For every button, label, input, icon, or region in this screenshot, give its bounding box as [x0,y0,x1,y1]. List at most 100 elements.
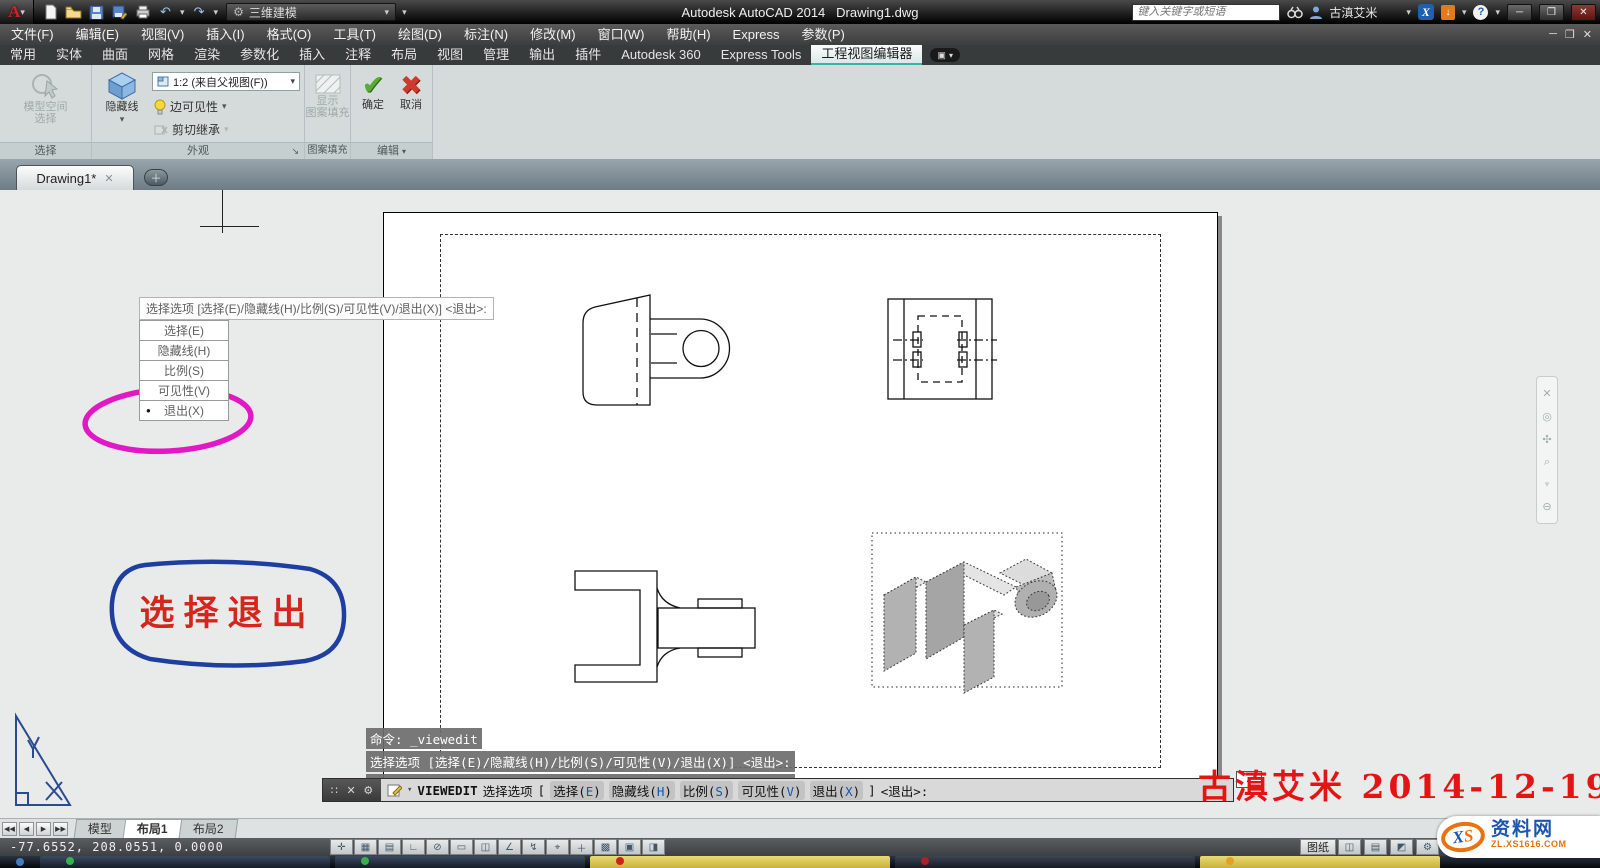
osnap3d-toggle[interactable]: ◫ [474,839,497,855]
open-file-button[interactable] [65,4,82,21]
ribbon-tab-view[interactable]: 视图 [427,45,473,65]
navbar-close-icon[interactable]: ✕ [1542,387,1551,400]
start-orb[interactable] [0,856,40,868]
ortho-toggle[interactable]: ∟ [402,839,425,855]
search-binoculars-icon[interactable] [1287,6,1303,19]
quickprops-toggle[interactable]: ▣ [618,839,641,855]
last-layout-button[interactable]: ▶▶ [53,822,68,836]
save-button[interactable] [88,4,105,21]
navbar-more-arrow-icon[interactable]: ▾ [1545,479,1550,490]
taskbar-app-4[interactable] [895,856,1195,868]
menu-window[interactable]: 窗口(W) [587,24,656,45]
navigation-bar[interactable]: ✕ ◎ ✣ ⌕ ▾ ⊖ [1536,376,1558,524]
undo-button[interactable]: ↶ [157,4,174,21]
restore-button[interactable]: ❒ [1539,4,1564,21]
ribbon-tab-output[interactable]: 输出 [519,45,565,65]
undo-dropdown-arrow-icon[interactable]: ▾ [180,7,185,18]
ribbon-tab-solid[interactable]: 实体 [46,45,92,65]
ribbon-tab-parametric[interactable]: 参数化 [230,45,289,65]
drawing-view-isometric-selected[interactable] [868,525,1068,695]
orbit-icon[interactable]: ⊖ [1542,500,1551,513]
help-search-input[interactable] [1132,4,1280,21]
drawing-view-bottom-left[interactable] [560,558,775,690]
panel-title-appearance[interactable]: 外观 ↘ [92,142,304,159]
tab-layout1[interactable]: 布局1 [123,819,182,838]
plot-button[interactable] [134,4,151,21]
first-layout-button[interactable]: ◀◀ [2,822,17,836]
ribbon-tab-express-tools[interactable]: Express Tools [711,45,812,65]
document-window-controls[interactable]: ─❒✕ [1549,28,1600,41]
panel-launcher-arrow-icon[interactable]: ↘ [291,143,299,159]
menu-draw[interactable]: 绘图(D) [387,24,453,45]
ok-button[interactable]: ✔ 确定 [355,71,391,111]
panel-title-select[interactable]: 选择 [0,142,91,159]
ribbon-tab-plugins[interactable]: 插件 [565,45,611,65]
option-select[interactable]: 选择(E) [139,320,229,341]
download-updates-icon[interactable]: ↓ [1441,5,1455,20]
snap-toggle[interactable]: ▦ [354,839,377,855]
steering-wheel-icon[interactable]: ◎ [1542,410,1552,423]
transparency-toggle[interactable]: ▩ [594,839,617,855]
polar-toggle[interactable]: ⊘ [426,839,449,855]
osnap-toggle[interactable]: ▭ [450,839,473,855]
ribbon-tab-layout[interactable]: 布局 [381,45,427,65]
help-icon[interactable]: ? [1473,5,1488,20]
close-button[interactable]: ✕ [1571,4,1596,21]
taskbar-app-1[interactable] [40,856,330,868]
wrench-icon[interactable]: ⚙ [363,784,373,797]
hidden-lines-dropdown-arrow-icon[interactable]: ▾ [120,113,125,125]
taskbar-app-3[interactable] [590,856,890,868]
exchange-apps-icon[interactable]: X [1418,4,1434,20]
new-tab-button[interactable]: ＋ [144,169,168,186]
menu-parameters[interactable]: 参数(P) [791,24,856,45]
pan-hand-icon[interactable]: ✣ [1542,433,1551,446]
ribbon-tab-autodesk360[interactable]: Autodesk 360 [611,45,711,65]
ribbon-tab-drafting-view-editor[interactable]: 工程视图编辑器 [811,45,922,65]
cmd-option-hidden-lines[interactable]: 隐藏线(H) [609,781,675,800]
ribbon-display-toggle[interactable]: ▣▾ [930,48,960,62]
tab-model[interactable]: 模型 [74,819,127,838]
menu-tools[interactable]: 工具(T) [322,24,387,45]
hidden-lines-button[interactable]: 隐藏线 ▾ [100,71,144,125]
cmd-option-scale[interactable]: 比例(S) [680,781,734,800]
panel-title-hatch[interactable]: 图案填充 [305,142,350,159]
qat-overflow-arrow-icon[interactable]: ▾ [402,7,407,18]
menu-dimension[interactable]: 标注(N) [453,24,519,45]
ribbon-tab-mesh[interactable]: 网格 [138,45,184,65]
tab-close-icon[interactable]: ✕ [104,172,113,185]
cmd-option-visibility[interactable]: 可见性(V) [738,781,804,800]
menu-format[interactable]: 格式(O) [256,24,323,45]
app-logo[interactable]: A▾ [0,0,34,24]
drawing-canvas[interactable]: 选择选项 [选择(E)/隐藏线(H)/比例(S)/可见性(V)/退出(X)] <… [0,190,1600,818]
status-settings-gear-icon[interactable]: ⚙ [1416,839,1439,855]
menu-edit[interactable]: 编辑(E) [65,24,130,45]
grip-dots-icon[interactable]: ∷ [331,784,339,797]
prev-layout-button[interactable]: ◀ [19,822,34,836]
close-command-icon[interactable]: ✕ [346,784,355,797]
taskbar-app-2[interactable] [335,856,585,868]
cancel-button[interactable]: ✖ 取消 [393,71,429,111]
quickview-layouts-icon[interactable]: ◫ [1338,839,1361,855]
drawing-view-top-left[interactable] [555,289,745,415]
option-scale[interactable]: 比例(S) [139,360,229,381]
taskbar-app-5[interactable] [1200,856,1440,868]
infer-constraints-toggle[interactable]: ✛ [330,839,353,855]
otrack-toggle[interactable]: ∠ [498,839,521,855]
next-layout-button[interactable]: ▶ [36,822,51,836]
menu-file[interactable]: 文件(F) [0,24,65,45]
option-exit[interactable]: ●退出(X) [139,400,229,421]
command-line-bar[interactable]: ∷ ✕ ⚙ ▾ VIEWEDIT 选择选项 [ 选择(E) 隐藏线(H) 比例(… [322,778,1234,802]
menu-help[interactable]: 帮助(H) [656,24,722,45]
user-dropdown-arrow-icon[interactable]: ▾ [1406,7,1411,18]
file-tab-drawing1[interactable]: Drawing1*✕ [16,165,134,190]
lineweight-toggle[interactable]: ＋ [570,839,593,855]
view-scale-select[interactable]: 1:2 (来自父视图(F)) ▾ [152,72,300,91]
workspace-switcher[interactable]: ⚙ 三维建模 ▾ [226,3,396,21]
edge-visibility-button[interactable]: 边可见性 ▾ [154,98,227,115]
ribbon-tab-annotate[interactable]: 注释 [335,45,381,65]
panel-title-edit[interactable]: 编辑 ▾ [351,142,432,159]
annotation-scale-icon[interactable]: ◩ [1390,839,1413,855]
updates-dropdown-arrow-icon[interactable]: ▾ [1462,7,1467,18]
menu-express[interactable]: Express [722,24,791,45]
ribbon-tab-surface[interactable]: 曲面 [92,45,138,65]
